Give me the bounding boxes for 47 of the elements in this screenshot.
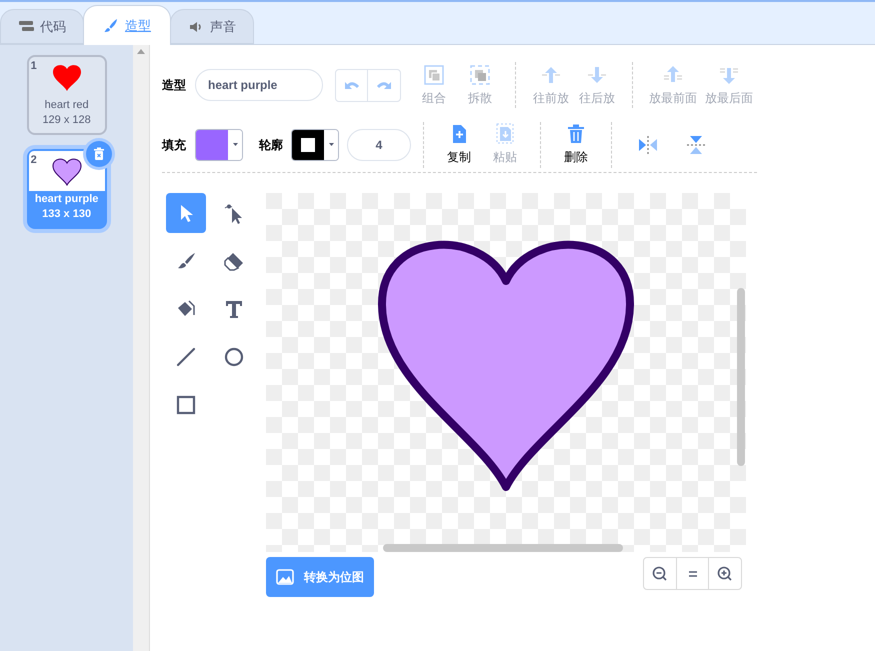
line-icon — [175, 346, 197, 368]
costume-label: 造型 — [162, 77, 186, 94]
equals-icon — [686, 568, 698, 578]
costume-name: heart red — [44, 98, 90, 113]
costume-size: 133 x 130 — [41, 207, 92, 221]
fill-color-picker[interactable] — [195, 128, 243, 160]
costume-name-field[interactable]: heart purple — [195, 69, 323, 101]
costume-number: 2 — [30, 153, 37, 168]
flip-vertical-icon — [685, 134, 707, 156]
zoom-out-icon — [652, 566, 668, 582]
eraser-icon — [223, 250, 245, 272]
outline-label: 轮廓 — [259, 136, 283, 154]
costume-name: heart purple — [34, 192, 100, 207]
costume-tab-icon — [103, 18, 119, 34]
drawing-canvas[interactable] — [266, 193, 746, 552]
heart-drawing[interactable] — [378, 241, 634, 491]
zoom-in-icon — [717, 566, 733, 582]
flip-horizontal-icon — [637, 134, 659, 156]
group-icon — [423, 64, 445, 86]
rect-icon — [175, 394, 197, 416]
image-icon — [276, 569, 294, 585]
dropdown-caret-icon — [232, 143, 238, 146]
delete-button[interactable]: 删除 — [553, 122, 599, 168]
vertical-scrollbar[interactable] — [737, 288, 745, 466]
tab[interactable]: 声音 — [170, 9, 254, 44]
trash-icon — [92, 147, 106, 161]
ungroup-icon — [469, 64, 491, 86]
costume-size: 129 x 128 — [41, 113, 92, 127]
text-icon — [223, 298, 245, 320]
dropdown-caret-icon — [328, 143, 334, 146]
convert-to-bitmap-button[interactable]: 转换为位图 — [266, 557, 374, 597]
trash-icon — [565, 123, 587, 145]
select-tool-button[interactable] — [166, 193, 206, 233]
horizontal-scrollbar[interactable] — [383, 544, 623, 552]
paste-icon — [494, 123, 516, 145]
reshape-icon — [223, 202, 245, 224]
undo-icon — [344, 79, 360, 91]
circle-icon — [223, 346, 245, 368]
costume-card[interactable]: 1 heart red 129 x 128 — [26, 55, 107, 135]
outline-width-field[interactable]: 4 — [347, 128, 411, 160]
costume-number: 1 — [30, 59, 37, 74]
copy-button[interactable]: 复制 — [436, 122, 482, 168]
redo-icon — [376, 79, 392, 91]
tab[interactable]: 代码 — [0, 9, 84, 44]
delete-costume-button[interactable] — [86, 141, 112, 167]
outline-color-picker[interactable] — [291, 128, 339, 160]
fill-label: 填充 — [162, 136, 186, 154]
